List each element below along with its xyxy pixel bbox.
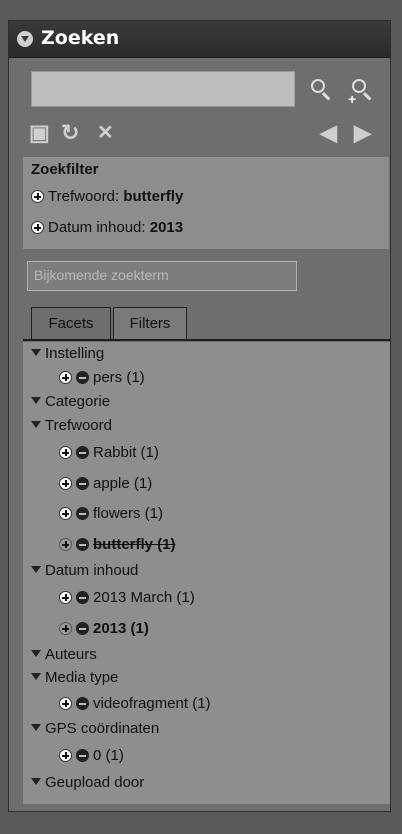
tree-item[interactable]: flowers (1) (59, 505, 163, 522)
include-icon[interactable] (59, 749, 72, 762)
exclude-icon[interactable] (76, 622, 89, 635)
search-panel: Zoeken + ▣ ↻ ✕ ◀ ▶ Zoekfilter Trefwoord:… (8, 20, 391, 812)
collapse-icon[interactable] (17, 31, 33, 47)
filter-label: Trefwoord: (48, 188, 124, 205)
tree-group[interactable]: Categorie (31, 393, 110, 410)
tree-group[interactable]: Datum inhoud (31, 562, 138, 579)
expanded-icon (31, 778, 41, 785)
tab-facets[interactable]: Facets (31, 307, 111, 341)
save-icon[interactable]: ▣ (29, 122, 50, 144)
include-icon[interactable] (59, 371, 72, 384)
tree-item[interactable]: 0 (1) (59, 747, 124, 764)
tree-group[interactable]: Geupload door (31, 774, 144, 791)
filter-item[interactable]: Trefwoord: butterfly (31, 188, 183, 205)
tabs-divider (23, 339, 390, 341)
exclude-icon[interactable] (76, 538, 89, 551)
tree-item[interactable]: apple (1) (59, 475, 152, 492)
exclude-icon[interactable] (76, 477, 89, 490)
include-icon[interactable] (59, 622, 72, 635)
tab-filters[interactable]: Filters (113, 307, 187, 339)
search-input[interactable] (31, 71, 295, 107)
filter-title: Zoekfilter (31, 161, 99, 178)
expanded-icon (31, 421, 41, 428)
tree-group[interactable]: Media type (31, 669, 118, 686)
expanded-icon (31, 673, 41, 680)
search-icon[interactable] (311, 79, 325, 93)
panel-title: Zoeken (41, 27, 120, 49)
previous-icon[interactable]: ◀ (320, 122, 337, 144)
expanded-icon (31, 650, 41, 657)
tree-item[interactable]: 2013 March (1) (59, 589, 195, 606)
tree-group[interactable]: GPS coördinaten (31, 720, 159, 737)
expanded-icon (31, 566, 41, 573)
include-icon[interactable] (59, 697, 72, 710)
tree-item-active[interactable]: 2013 (1) (59, 620, 149, 637)
include-icon[interactable] (59, 591, 72, 604)
tree-item[interactable]: pers (1) (59, 369, 145, 386)
expanded-icon (31, 397, 41, 404)
expand-icon[interactable] (31, 190, 44, 203)
expand-icon[interactable] (31, 221, 44, 234)
exclude-icon[interactable] (76, 507, 89, 520)
next-icon[interactable]: ▶ (354, 122, 371, 144)
tree-group[interactable]: Trefwoord (31, 417, 112, 434)
include-icon[interactable] (59, 446, 72, 459)
additional-search-input[interactable]: Bijkomende zoekterm (27, 261, 297, 291)
clear-icon[interactable]: ✕ (97, 122, 114, 144)
refresh-icon[interactable]: ↻ (61, 122, 79, 144)
expanded-icon (31, 724, 41, 731)
include-icon[interactable] (59, 538, 72, 551)
tree-item[interactable]: Rabbit (1) (59, 444, 159, 461)
tree-item[interactable]: videofragment (1) (59, 695, 211, 712)
plus-icon: + (348, 91, 357, 107)
include-icon[interactable] (59, 507, 72, 520)
panel-header[interactable]: Zoeken (9, 21, 390, 58)
filter-item[interactable]: Datum inhoud: 2013 (31, 219, 183, 236)
exclude-icon[interactable] (76, 591, 89, 604)
filter-label: Datum inhoud: (48, 219, 150, 236)
tree-item-active[interactable]: butterfly (1) (59, 536, 176, 553)
expanded-icon (31, 349, 41, 356)
exclude-icon[interactable] (76, 697, 89, 710)
search-filter-box: Zoekfilter Trefwoord: butterfly Datum in… (23, 157, 389, 249)
tree-group[interactable]: Auteurs (31, 646, 97, 663)
exclude-icon[interactable] (76, 749, 89, 762)
include-icon[interactable] (59, 477, 72, 490)
tree-group[interactable]: Instelling (31, 345, 104, 362)
filter-value: 2013 (149, 219, 184, 236)
facets-tree: Instelling pers (1) Categorie Trefwoord … (23, 342, 390, 804)
exclude-icon[interactable] (76, 446, 89, 459)
filter-value: butterfly (123, 188, 184, 205)
exclude-icon[interactable] (76, 371, 89, 384)
